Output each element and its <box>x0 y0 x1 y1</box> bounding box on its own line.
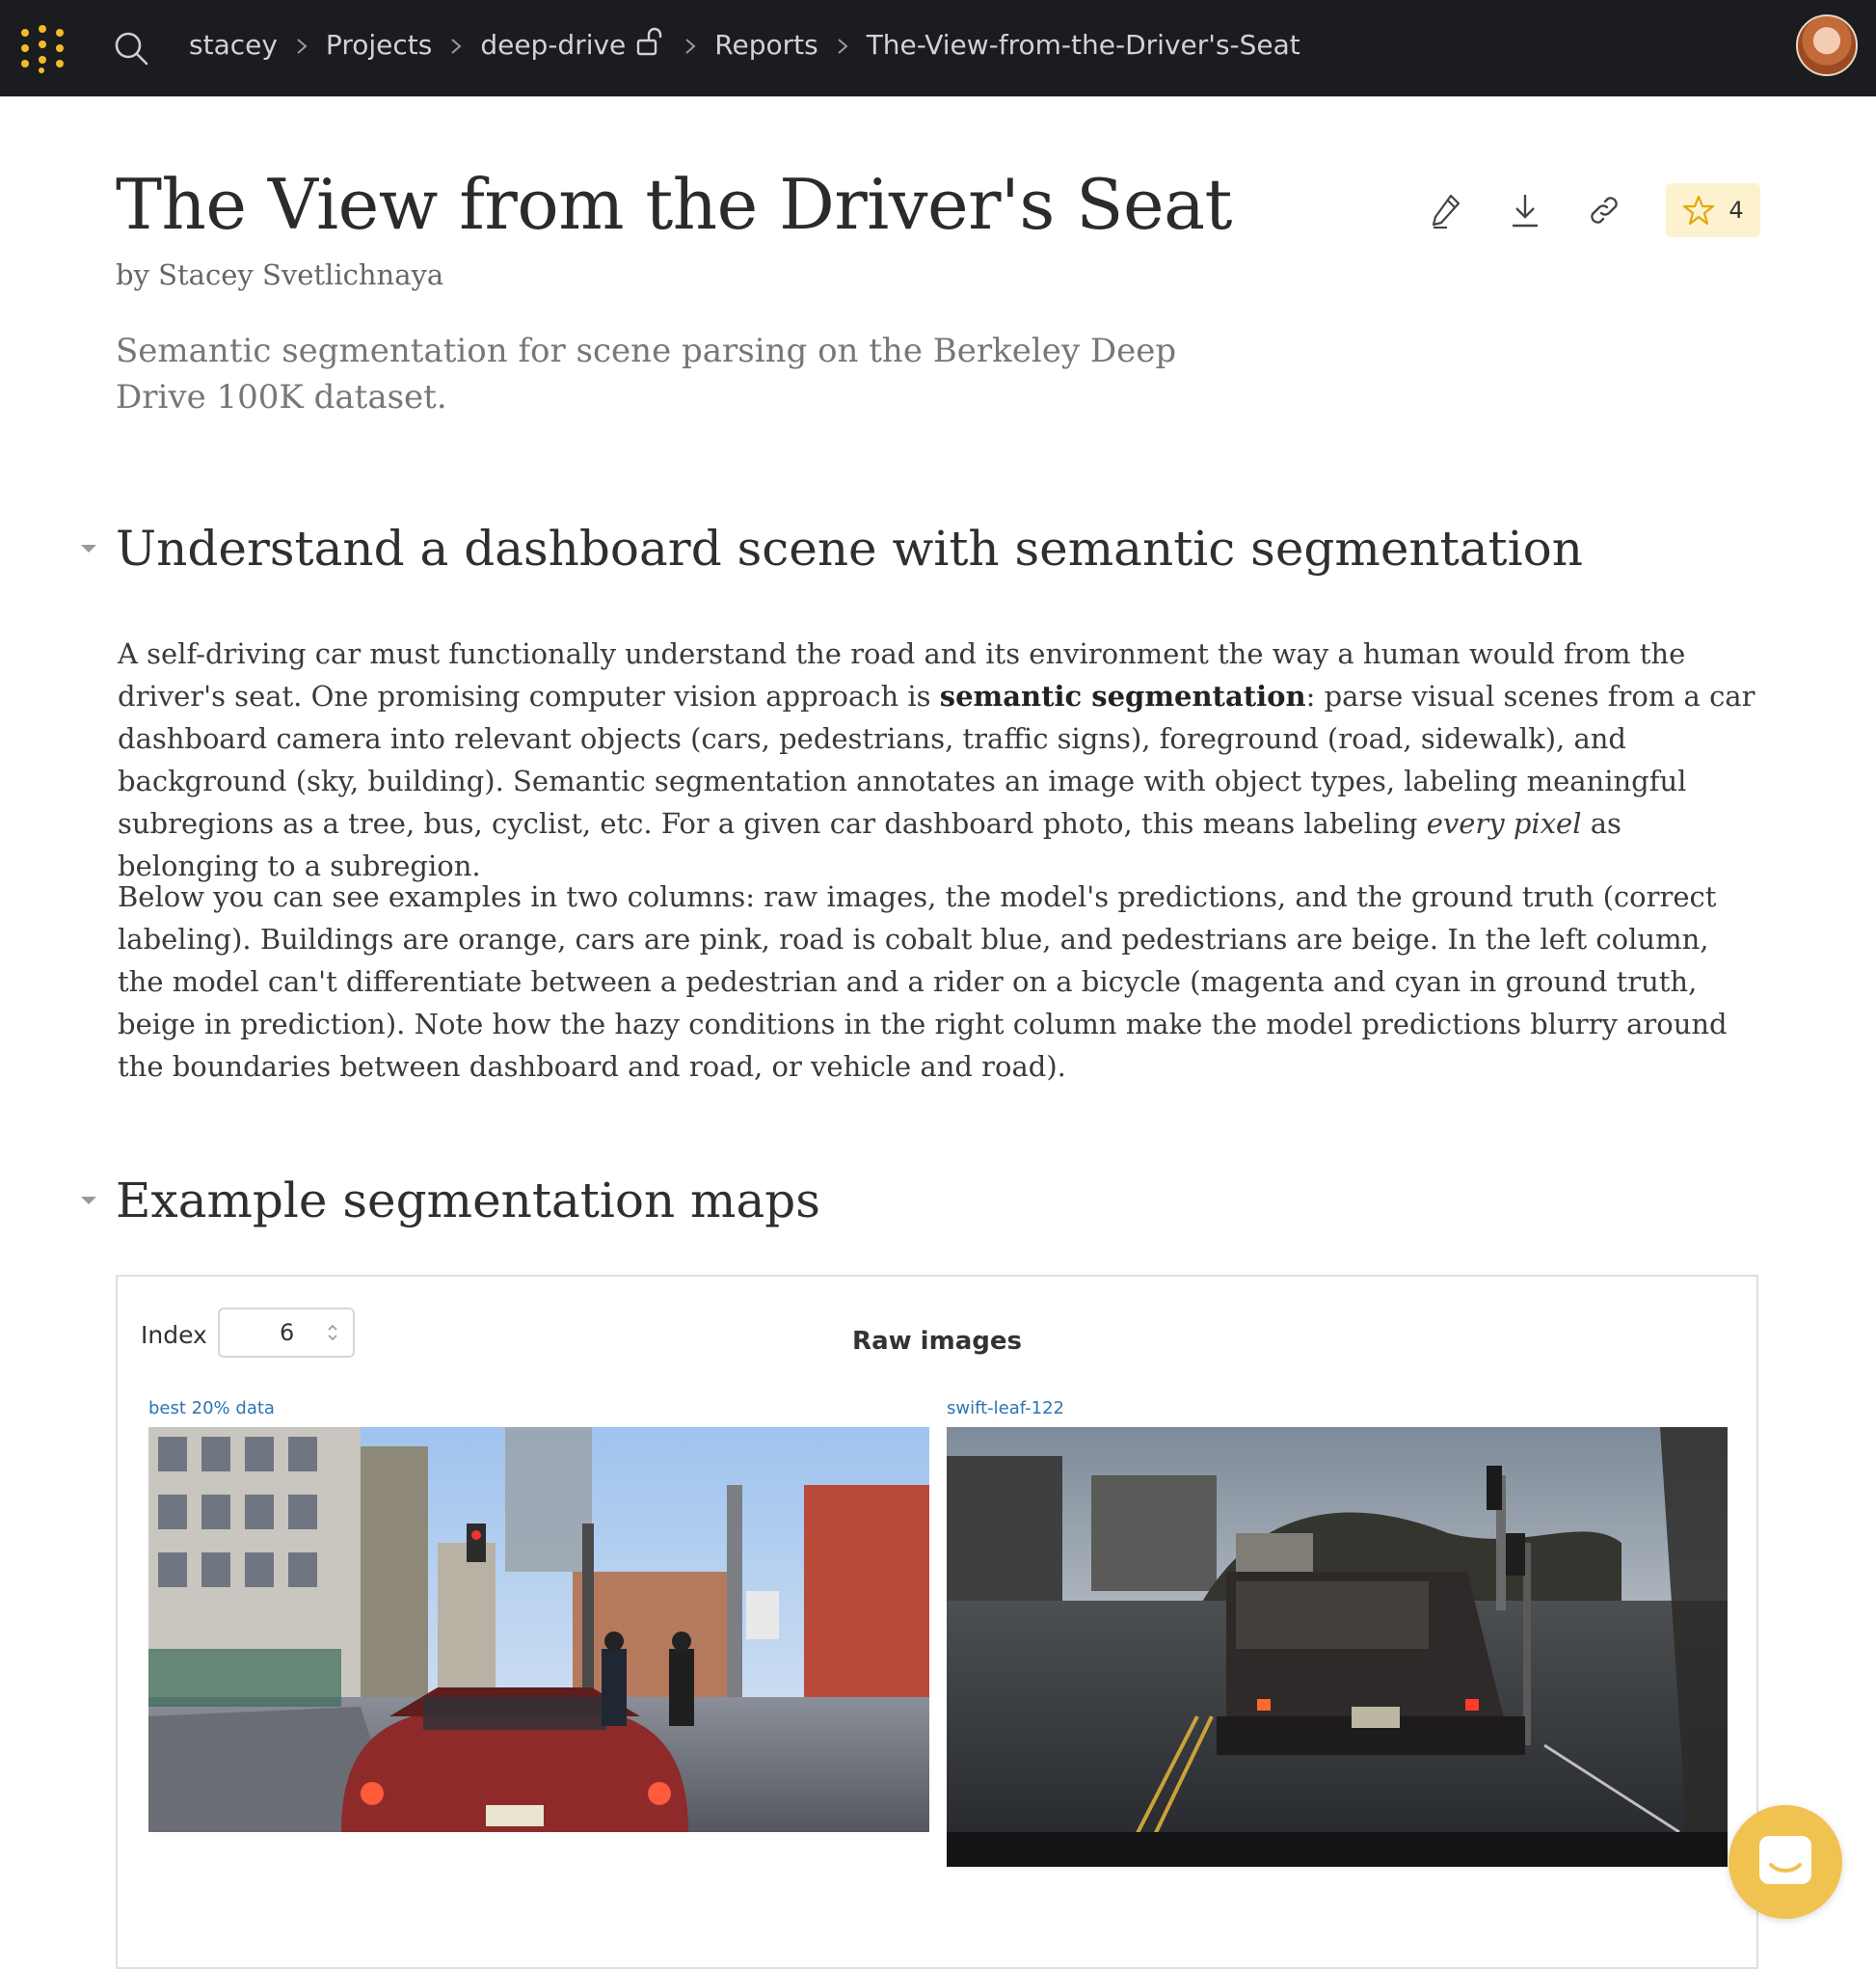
chevron-right-icon <box>278 29 326 61</box>
page-title: The View from the Driver's Seat <box>116 164 1232 245</box>
media-panel: Index 6 Raw images best 20% data swift-l… <box>116 1275 1758 1969</box>
run-label[interactable]: best 20% data <box>148 1398 275 1418</box>
breadcrumb-item-user[interactable]: stacey <box>189 29 278 61</box>
star-icon <box>1683 195 1715 226</box>
top-navigation-bar: stacey Projects deep-drive Reports The-V… <box>0 0 1876 96</box>
breadcrumb-item-project[interactable]: deep-drive <box>480 29 626 61</box>
search-icon[interactable] <box>112 29 150 67</box>
link-icon[interactable] <box>1575 183 1633 237</box>
paragraph-italic-text: every pixel <box>1426 807 1582 840</box>
run-label[interactable]: swift-leaf-122 <box>947 1398 1064 1418</box>
section-title: Example segmentation maps <box>116 1173 820 1228</box>
city-street-dashcam-photo[interactable] <box>148 1427 929 1832</box>
report-author: by Stacey Svetlichnaya <box>116 258 444 291</box>
breadcrumb-item-projects[interactable]: Projects <box>326 29 432 61</box>
avatar[interactable] <box>1796 14 1858 76</box>
chat-icon <box>1759 1836 1811 1884</box>
section-header: Understand a dashboard scene with semant… <box>77 521 1583 577</box>
section-title: Understand a dashboard scene with semant… <box>116 521 1583 577</box>
caret-down-icon[interactable] <box>77 1189 100 1212</box>
breadcrumb-item-reports[interactable]: Reports <box>714 29 817 61</box>
report-actions: 4 <box>1417 183 1760 237</box>
caret-down-icon[interactable] <box>77 537 100 560</box>
paragraph: Below you can see examples in two column… <box>118 880 1728 1083</box>
paragraph: A self-driving car must functionally und… <box>118 633 1756 887</box>
chevron-right-icon <box>666 29 714 61</box>
breadcrumb: stacey Projects deep-drive Reports The-V… <box>189 0 1300 89</box>
wandb-logo-icon[interactable] <box>17 25 67 73</box>
report-description: Semantic segmentation for scene parsing … <box>116 332 1177 417</box>
hazy-road-van-dashcam-photo[interactable] <box>947 1427 1728 1867</box>
star-count: 4 <box>1729 197 1744 224</box>
pencil-icon[interactable] <box>1417 183 1475 237</box>
chat-launcher-button[interactable] <box>1729 1805 1842 1919</box>
chevron-right-icon <box>432 29 480 61</box>
panel-title: Raw images <box>852 1327 1022 1356</box>
unlock-icon[interactable] <box>635 26 666 64</box>
paragraph-bold-text: semantic segmentation <box>939 680 1306 713</box>
download-icon[interactable] <box>1496 183 1554 237</box>
chevron-right-icon <box>818 29 867 61</box>
breadcrumb-item-report[interactable]: The-View-from-the-Driver's-Seat <box>867 29 1300 61</box>
section-header: Example segmentation maps <box>77 1173 820 1228</box>
star-button[interactable]: 4 <box>1666 183 1760 237</box>
